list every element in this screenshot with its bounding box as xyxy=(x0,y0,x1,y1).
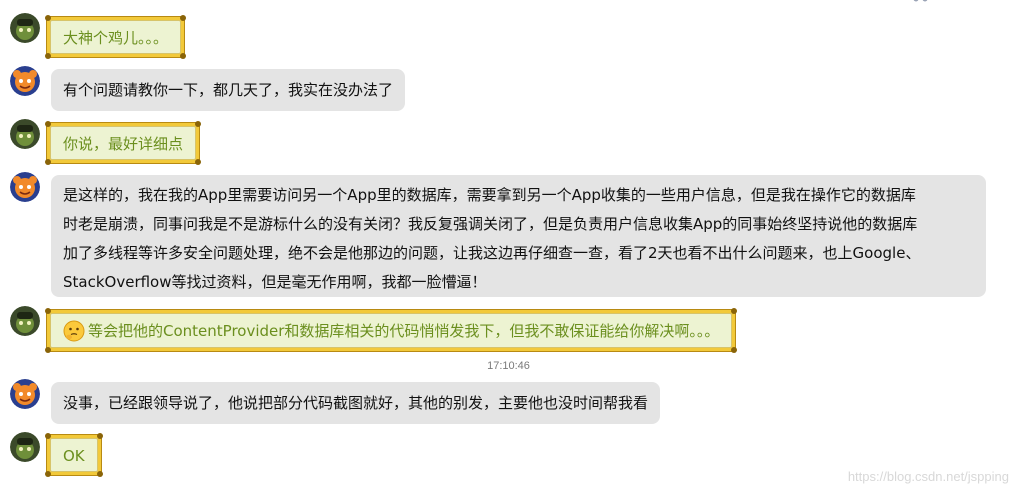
frame-corner xyxy=(195,121,202,127)
self-avatar[interactable] xyxy=(10,432,40,462)
self-avatar[interactable] xyxy=(10,13,40,43)
frame-corner xyxy=(45,159,51,165)
message-bubble-other[interactable]: 有个问题请教你一下，都几天了，我实在没办法了 xyxy=(51,69,406,111)
frame-corner xyxy=(45,308,51,314)
frame-corner xyxy=(731,347,738,353)
message-line: StackOverflow等找过资料，但是毫无作用啊，我都一脸懵逼！ xyxy=(63,273,487,291)
message-line: 是这样的，我在我的App里需要访问另一个App里的数据库，需要拿到另一个App收… xyxy=(63,186,916,204)
message-line: 加了多线程等许多安全问题处理，绝不会是他那边的问题，让我这边再仔细查一查，看了2… xyxy=(63,244,921,262)
frame-corner xyxy=(195,159,202,165)
message-bubble-other[interactable]: 是这样的，我在我的App里需要访问另一个App里的数据库，需要拿到另一个App收… xyxy=(51,175,986,297)
message-text: 大神个鸡儿。。。 xyxy=(50,20,182,54)
frame-corner xyxy=(96,471,103,477)
other-avatar[interactable] xyxy=(10,379,40,409)
frame-corner xyxy=(180,53,187,59)
message-text: OK xyxy=(50,438,98,472)
message-bubble-self[interactable]: 等会把他的ContentProvider和数据库相关的代码悄悄发我下，但我不敢保… xyxy=(45,308,738,353)
message-bubble-self[interactable]: 你说，最好详细点 xyxy=(45,121,202,165)
thinking-face-icon xyxy=(63,320,85,342)
message-bubble-self[interactable]: 大神个鸡儿。。。 xyxy=(45,15,187,59)
watermark-text: https://blog.csdn.net/jspping xyxy=(847,469,1009,484)
frame-corner xyxy=(731,308,738,314)
frame-corner xyxy=(96,433,103,439)
scroll-indicator xyxy=(913,0,928,2)
message-bubble-other[interactable]: 没事，已经跟领导说了，他说把部分代码截图就好，其他的别发，主要他也没时间帮我看 xyxy=(51,382,661,424)
frame-corner xyxy=(45,121,51,127)
other-avatar[interactable] xyxy=(10,66,40,96)
message-content: 等会把他的ContentProvider和数据库相关的代码悄悄发我下，但我不敢保… xyxy=(50,313,733,348)
message-text: 你说，最好详细点 xyxy=(50,126,197,160)
other-avatar[interactable] xyxy=(10,172,40,202)
frame-corner xyxy=(45,15,51,21)
frame-corner xyxy=(45,433,51,439)
frame-corner xyxy=(45,471,51,477)
frame-corner xyxy=(45,347,51,353)
frame-corner xyxy=(45,53,51,59)
message-text: 没事，已经跟领导说了，他说把部分代码截图就好，其他的别发，主要他也没时间帮我看 xyxy=(63,394,649,412)
message-bubble-self[interactable]: OK xyxy=(45,433,103,477)
message-timestamp: 17:10:46 xyxy=(487,360,530,372)
message-text: 有个问题请教你一下，都几天了，我实在没办法了 xyxy=(63,81,394,99)
frame-corner xyxy=(180,15,187,21)
message-line: 时老是崩溃，同事问我是不是游标什么的没有关闭？我反复强调关闭了，但是负责用户信息… xyxy=(63,215,918,233)
self-avatar[interactable] xyxy=(10,306,40,336)
chat-window: 大神个鸡儿。。。 有个问题请教你一下，都几天了，我实在没办法了 你说，最好详细点… xyxy=(0,0,1017,493)
self-avatar[interactable] xyxy=(10,119,40,149)
message-text: 等会把他的ContentProvider和数据库相关的代码悄悄发我下，但我不敢保… xyxy=(88,322,720,340)
